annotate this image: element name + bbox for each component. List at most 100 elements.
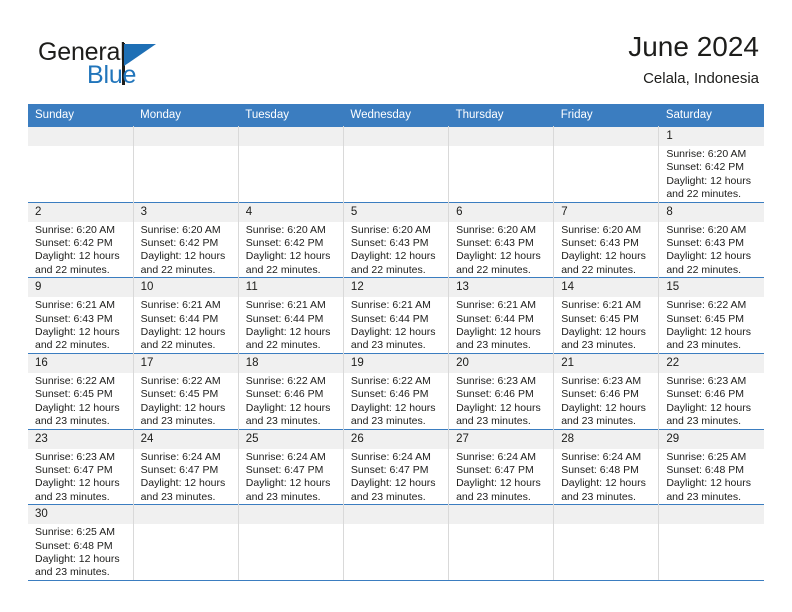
day-info-sunrise-line: Sunrise: 6:20 AM bbox=[350, 223, 431, 236]
calendar-empty-cell bbox=[238, 504, 344, 581]
day-sun-info: Sunrise: 6:20 AM Sunset: 6:42 PM Daylight:… bbox=[134, 222, 238, 278]
calendar-day-cell[interactable]: 27 Sunrise: 6:24 AM Sunset: 6:47 PM Dayligh… bbox=[448, 428, 555, 505]
weekday-header-saturday: Saturday bbox=[658, 104, 764, 127]
day-info-sunrise-line: Sunrise: 6:22 AM bbox=[350, 374, 431, 387]
day-number: 4 bbox=[238, 202, 343, 222]
calendar-day-cell[interactable]: 26 Sunrise: 6:24 AM Sunset: 6:47 PM Dayligh… bbox=[343, 428, 450, 505]
day-info-sunrise-line: Sunrise: 6:20 AM bbox=[456, 223, 537, 236]
day-info-daylight-2-line: and 22 minutes. bbox=[350, 263, 426, 276]
day-info-daylight-1-line: Daylight: 12 hours bbox=[350, 326, 436, 339]
day-sun-info: Sunrise: 6:20 AM Sunset: 6:43 PM Daylight:… bbox=[554, 222, 658, 278]
day-info-sunset-line: Sunset: 6:47 PM bbox=[35, 463, 113, 476]
calendar-day-cell[interactable]: 3 Sunrise: 6:20 AM Sunset: 6:42 PM Daylight… bbox=[133, 201, 239, 278]
calendar-day-cell[interactable]: 1 Sunrise: 6:20 AM Sunset: 6:42 PM Daylight… bbox=[658, 126, 764, 203]
day-info-daylight-2-line: and 23 minutes. bbox=[350, 339, 426, 352]
calendar-day-cell[interactable]: 15 Sunrise: 6:22 AM Sunset: 6:45 PM Dayligh… bbox=[658, 277, 764, 354]
calendar-empty-cell bbox=[133, 126, 239, 203]
day-info-sunrise-line: Sunrise: 6:22 AM bbox=[666, 299, 747, 312]
day-info-sunset-line: Sunset: 6:46 PM bbox=[561, 388, 639, 401]
day-info-sunset-line: Sunset: 6:42 PM bbox=[666, 161, 744, 174]
day-info-daylight-2-line: and 23 minutes. bbox=[245, 415, 321, 428]
day-number: 25 bbox=[238, 429, 343, 449]
calendar-day-cell[interactable]: 17 Sunrise: 6:22 AM Sunset: 6:45 PM Dayligh… bbox=[133, 352, 239, 429]
day-number: 3 bbox=[133, 202, 238, 222]
weekday-header-sunday: Sunday bbox=[28, 104, 134, 127]
day-info-sunset-line: Sunset: 6:43 PM bbox=[350, 237, 429, 250]
day-number: 16 bbox=[28, 353, 133, 373]
calendar-day-cell[interactable]: 22 Sunrise: 6:23 AM Sunset: 6:46 PM Dayligh… bbox=[658, 352, 764, 429]
calendar-day-cell[interactable]: 8 Sunrise: 6:20 AM Sunset: 6:43 PM Daylight… bbox=[658, 201, 764, 278]
calendar-table: Sunday Monday Tuesday Wednesday Thursday… bbox=[28, 104, 764, 581]
calendar-day-cell[interactable]: 24 Sunrise: 6:24 AM Sunset: 6:47 PM Dayligh… bbox=[133, 428, 239, 505]
day-info-daylight-1-line: Daylight: 12 hours bbox=[350, 250, 436, 263]
calendar-day-cell[interactable]: 4 Sunrise: 6:20 AM Sunset: 6:42 PM Daylight… bbox=[238, 201, 344, 278]
day-info-daylight-1-line: Daylight: 12 hours bbox=[350, 477, 436, 490]
calendar-day-cell[interactable]: 25 Sunrise: 6:24 AM Sunset: 6:47 PM Dayligh… bbox=[238, 428, 344, 505]
day-sun-info: Sunrise: 6:24 AM Sunset: 6:47 PM Daylight:… bbox=[449, 449, 553, 505]
day-info-sunrise-line: Sunrise: 6:23 AM bbox=[456, 374, 537, 387]
day-info-sunset-line: Sunset: 6:46 PM bbox=[456, 388, 534, 401]
day-sun-info: Sunrise: 6:22 AM Sunset: 6:46 PM Daylight:… bbox=[239, 373, 343, 429]
calendar-day-cell[interactable]: 5 Sunrise: 6:20 AM Sunset: 6:43 PM Daylight… bbox=[343, 201, 450, 278]
calendar-empty-cell bbox=[343, 504, 450, 581]
day-info-sunset-line: Sunset: 6:47 PM bbox=[350, 463, 429, 476]
calendar-day-cell[interactable]: 21 Sunrise: 6:23 AM Sunset: 6:46 PM Dayligh… bbox=[553, 352, 660, 429]
day-info-daylight-2-line: and 22 minutes. bbox=[140, 339, 216, 352]
calendar-day-cell[interactable]: 13 Sunrise: 6:21 AM Sunset: 6:44 PM Dayligh… bbox=[448, 277, 555, 354]
calendar-day-cell[interactable]: 11 Sunrise: 6:21 AM Sunset: 6:44 PM Dayligh… bbox=[238, 277, 344, 354]
day-sun-info: Sunrise: 6:20 AM Sunset: 6:43 PM Daylight:… bbox=[659, 222, 764, 278]
general-blue-logo[interactable]: General Blue bbox=[38, 38, 248, 90]
calendar-day-cell[interactable]: 23 Sunrise: 6:23 AM Sunset: 6:47 PM Dayligh… bbox=[28, 428, 134, 505]
day-number: 27 bbox=[449, 429, 554, 449]
calendar-day-cell[interactable]: 12 Sunrise: 6:21 AM Sunset: 6:44 PM Dayligh… bbox=[343, 277, 450, 354]
day-info-daylight-1-line: Daylight: 12 hours bbox=[245, 477, 331, 490]
day-number bbox=[28, 127, 133, 146]
calendar-day-cell[interactable]: 10 Sunrise: 6:21 AM Sunset: 6:44 PM Dayligh… bbox=[133, 277, 239, 354]
day-info-daylight-1-line: Daylight: 12 hours bbox=[456, 326, 541, 339]
calendar-week-row: 2 Sunrise: 6:20 AM Sunset: 6:42 PM Daylight… bbox=[28, 201, 764, 278]
day-info-sunset-line: Sunset: 6:45 PM bbox=[561, 312, 639, 325]
day-info-sunrise-line: Sunrise: 6:23 AM bbox=[666, 374, 747, 387]
day-info-sunset-line: Sunset: 6:43 PM bbox=[561, 237, 639, 250]
day-info-daylight-2-line: and 22 minutes. bbox=[561, 263, 636, 276]
day-info-daylight-2-line: and 22 minutes. bbox=[140, 263, 216, 276]
calendar-week-row: 9 Sunrise: 6:21 AM Sunset: 6:43 PM Daylight… bbox=[28, 277, 764, 354]
day-info-sunset-line: Sunset: 6:42 PM bbox=[245, 237, 324, 250]
calendar-week-row: 30 Sunrise: 6:25 AM Sunset: 6:48 PM Dayligh… bbox=[28, 504, 764, 581]
day-info-daylight-2-line: and 22 minutes. bbox=[245, 263, 321, 276]
calendar-day-cell[interactable]: 16 Sunrise: 6:22 AM Sunset: 6:45 PM Dayligh… bbox=[28, 352, 134, 429]
day-number: 7 bbox=[554, 202, 659, 222]
calendar-day-cell[interactable]: 28 Sunrise: 6:24 AM Sunset: 6:48 PM Dayligh… bbox=[553, 428, 660, 505]
calendar-day-cell[interactable]: 14 Sunrise: 6:21 AM Sunset: 6:45 PM Dayligh… bbox=[553, 277, 660, 354]
day-number bbox=[238, 127, 343, 146]
calendar-empty-cell bbox=[238, 126, 344, 203]
calendar-day-cell[interactable]: 20 Sunrise: 6:23 AM Sunset: 6:46 PM Dayligh… bbox=[448, 352, 555, 429]
calendar-day-cell[interactable]: 7 Sunrise: 6:20 AM Sunset: 6:43 PM Daylight… bbox=[553, 201, 660, 278]
day-number: 5 bbox=[343, 202, 449, 222]
calendar-day-cell[interactable]: 9 Sunrise: 6:21 AM Sunset: 6:43 PM Daylight… bbox=[28, 277, 134, 354]
day-number bbox=[343, 127, 449, 146]
day-number: 20 bbox=[449, 353, 554, 373]
day-info-daylight-1-line: Daylight: 12 hours bbox=[561, 401, 646, 414]
calendar-day-cell[interactable]: 19 Sunrise: 6:22 AM Sunset: 6:46 PM Dayligh… bbox=[343, 352, 450, 429]
day-info-sunrise-line: Sunrise: 6:24 AM bbox=[140, 450, 221, 463]
day-info-daylight-1-line: Daylight: 12 hours bbox=[140, 250, 226, 263]
day-info-sunrise-line: Sunrise: 6:20 AM bbox=[561, 223, 642, 236]
day-info-daylight-2-line: and 22 minutes. bbox=[666, 263, 742, 276]
day-number: 28 bbox=[554, 429, 659, 449]
day-info-daylight-1-line: Daylight: 12 hours bbox=[666, 174, 751, 187]
day-info-sunset-line: Sunset: 6:43 PM bbox=[666, 237, 744, 250]
calendar-day-cell[interactable]: 18 Sunrise: 6:22 AM Sunset: 6:46 PM Dayligh… bbox=[238, 352, 344, 429]
day-info-sunrise-line: Sunrise: 6:20 AM bbox=[666, 148, 747, 160]
day-info-daylight-1-line: Daylight: 12 hours bbox=[140, 401, 226, 414]
day-sun-info: Sunrise: 6:25 AM Sunset: 6:48 PM Daylight:… bbox=[28, 524, 133, 580]
day-info-daylight-1-line: Daylight: 12 hours bbox=[666, 401, 751, 414]
day-number: 11 bbox=[238, 278, 343, 298]
day-sun-info: Sunrise: 6:21 AM Sunset: 6:43 PM Daylight:… bbox=[28, 297, 133, 353]
calendar-empty-cell bbox=[28, 126, 134, 203]
calendar-day-cell[interactable]: 2 Sunrise: 6:20 AM Sunset: 6:42 PM Daylight… bbox=[28, 201, 134, 278]
calendar-day-cell[interactable]: 29 Sunrise: 6:25 AM Sunset: 6:48 PM Dayligh… bbox=[658, 428, 764, 505]
calendar-day-cell[interactable]: 6 Sunrise: 6:20 AM Sunset: 6:43 PM Daylight… bbox=[448, 201, 555, 278]
calendar-day-cell[interactable]: 30 Sunrise: 6:25 AM Sunset: 6:48 PM Dayligh… bbox=[28, 504, 134, 581]
day-number: 26 bbox=[343, 429, 449, 449]
